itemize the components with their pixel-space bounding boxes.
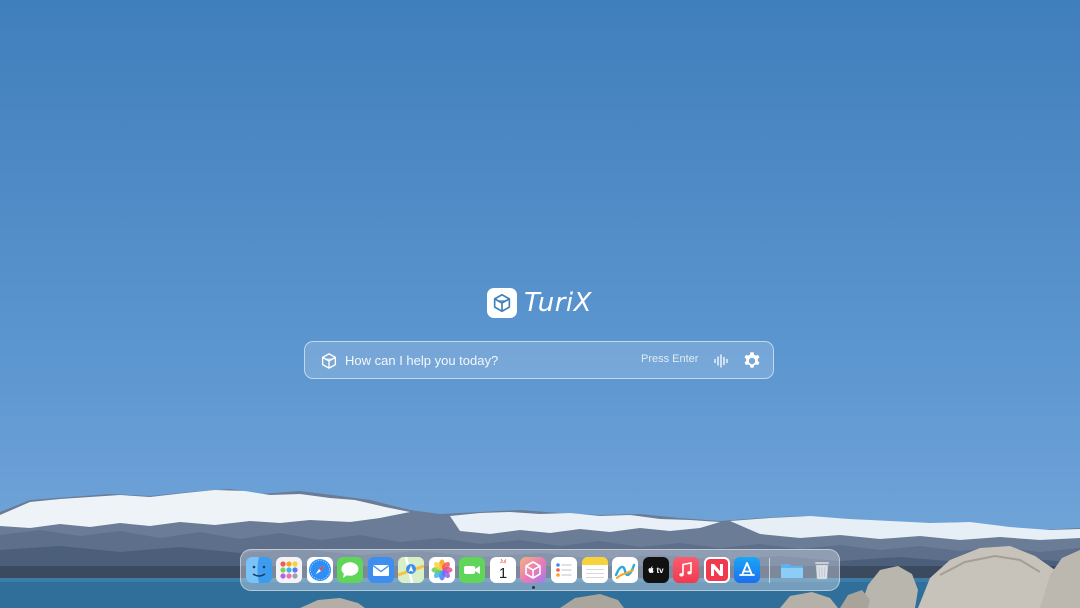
dock-divider [769, 558, 770, 583]
dock-item-maps[interactable] [398, 557, 424, 583]
dock-item-messages[interactable] [337, 557, 363, 583]
folder-icon [781, 564, 803, 578]
appletv-label: tv [656, 565, 664, 575]
photos-icon [431, 559, 453, 581]
dock-item-freeform[interactable] [612, 557, 638, 583]
dock-item-facetime[interactable] [459, 557, 485, 583]
cube-icon [321, 353, 337, 369]
dock-item-launchpad[interactable] [276, 557, 302, 583]
dock-item-notes[interactable] [582, 557, 608, 583]
dock-item-trash[interactable] [809, 557, 835, 583]
maps-icon [398, 557, 424, 583]
turix-logo-icon [487, 288, 517, 318]
mail-icon [372, 564, 390, 576]
dock-item-music[interactable] [673, 557, 699, 583]
desktop: TuriX Press Enter [0, 0, 1080, 608]
news-icon [706, 559, 728, 581]
dock-item-mail[interactable] [368, 557, 394, 583]
reminders-icon [556, 563, 572, 577]
turix-running-indicator [532, 586, 535, 589]
dock-item-photos[interactable] [429, 557, 455, 583]
dock-item-calendar[interactable]: Jul 1 [490, 557, 516, 583]
launchpad-icon [280, 561, 298, 579]
app-logo-text: TuriX [524, 288, 592, 318]
notes-icon [582, 557, 608, 578]
dock-item-news[interactable] [704, 557, 730, 583]
voice-waveform-icon[interactable] [713, 353, 729, 369]
settings-gear-icon[interactable] [742, 351, 762, 371]
dock-item-appletv[interactable]: tv [643, 557, 669, 583]
dock-item-turix[interactable] [520, 557, 546, 583]
app-logo: TuriX [487, 287, 592, 319]
appstore-icon [739, 562, 755, 576]
apple-logo-icon [648, 566, 655, 573]
calendar-day: 1 [498, 565, 508, 582]
facetime-icon [464, 566, 480, 574]
prompt-input[interactable] [345, 350, 635, 370]
dock: Jul 1 tv [240, 549, 840, 591]
dock-item-reminders[interactable] [551, 557, 577, 583]
press-enter-hint: Press Enter [641, 353, 699, 365]
safari-icon [309, 559, 331, 581]
trash-icon [815, 562, 829, 580]
dock-item-finder[interactable] [246, 557, 272, 583]
finder-icon [246, 557, 272, 583]
dock-item-downloads-folder[interactable] [779, 557, 805, 583]
freeform-icon [614, 563, 636, 579]
turix-icon [525, 561, 541, 579]
messages-icon [341, 562, 359, 578]
dock-item-safari[interactable] [307, 557, 333, 583]
music-note-icon [679, 562, 692, 577]
dock-item-appstore[interactable] [734, 557, 760, 583]
prompt-bar[interactable]: Press Enter [304, 341, 774, 379]
